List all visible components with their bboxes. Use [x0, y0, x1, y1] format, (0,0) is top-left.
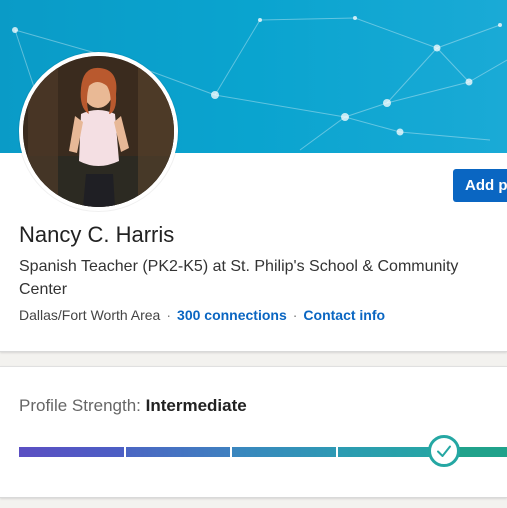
profile-strength-card: Profile Strength: Intermediate	[0, 366, 507, 498]
contact-info-link[interactable]: Contact info	[303, 307, 385, 323]
profile-strength-label: Profile Strength: Intermediate	[19, 396, 247, 416]
location-text: Dallas/Fort Worth Area	[19, 307, 161, 323]
meter-segment-1	[19, 447, 124, 457]
profile-headline: Spanish Teacher (PK2-K5) at St. Philip's…	[19, 258, 459, 298]
profile-strength-title: Profile Strength:	[19, 396, 141, 415]
strength-indicator	[428, 435, 460, 467]
separator-dot: ·	[292, 307, 298, 323]
meter-segment-3	[232, 447, 336, 457]
profile-name: Nancy C. Harris	[19, 222, 175, 247]
connections-link[interactable]: 300 connections	[177, 307, 287, 323]
profile-meta: Dallas/Fort Worth Area · 300 connections · C…	[19, 307, 385, 323]
profile-strength-level: Intermediate	[145, 396, 247, 415]
separator-dot: ·	[166, 307, 172, 323]
add-profile-section-button[interactable]: Add p	[453, 169, 507, 202]
avatar[interactable]	[19, 52, 178, 211]
profile-card: Add p Nancy C. Harris Spanish Teacher (P…	[0, 0, 507, 352]
person-photo	[23, 56, 174, 207]
meter-segment-2	[126, 447, 230, 457]
profile-photo	[23, 56, 174, 207]
check-icon	[437, 445, 451, 457]
